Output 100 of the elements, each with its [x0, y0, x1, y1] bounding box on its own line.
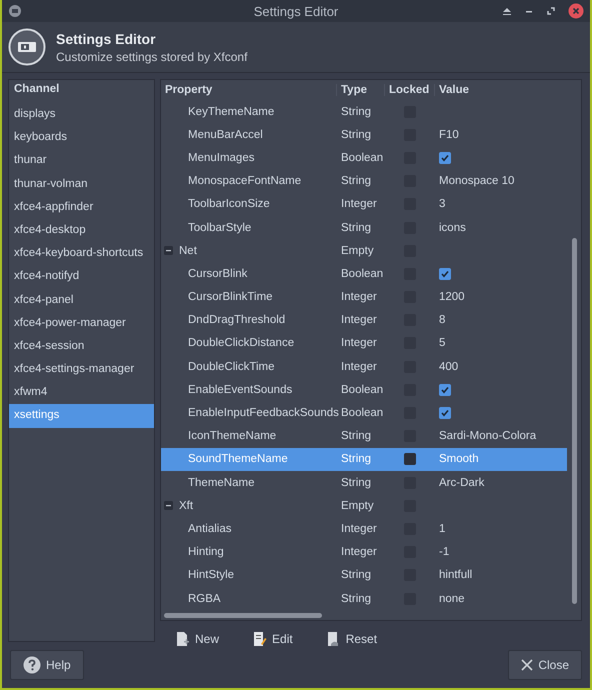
- channel-item[interactable]: thunar-volman: [9, 172, 154, 196]
- table-row[interactable]: MonospaceFontName String Monospace 10: [161, 170, 567, 193]
- channel-item[interactable]: xfce4-appfinder: [9, 196, 154, 219]
- channel-item[interactable]: thunar: [9, 149, 154, 173]
- dialog-button[interactable]: Close: [508, 650, 582, 680]
- type-cell: String: [341, 175, 372, 188]
- vertical-scrollbar[interactable]: [572, 238, 577, 604]
- value-cell: hintfull: [439, 569, 472, 582]
- channel-item[interactable]: xfce4-keyboard-shortcuts: [9, 242, 154, 266]
- reset-document-icon: [326, 631, 341, 648]
- value-cell: icons: [439, 222, 466, 234]
- property-name: ToolbarIconSize: [187, 198, 270, 210]
- table-row[interactable]: DndDragThreshold Integer 8: [161, 308, 567, 332]
- table-row[interactable]: Xft Empty: [161, 494, 567, 518]
- type-cell: Integer: [341, 522, 377, 535]
- table-row[interactable]: ToolbarIconSize Integer 3: [161, 192, 567, 216]
- shade-icon[interactable]: [502, 6, 512, 16]
- channel-item[interactable]: displays: [9, 103, 154, 126]
- value-checkbox[interactable]: [439, 407, 451, 420]
- table-row[interactable]: RGBA String none: [161, 586, 567, 610]
- table-row[interactable]: IconThemeName String Sardi-Mono-Colora: [161, 424, 567, 448]
- type-cell: String: [341, 569, 372, 582]
- table-row[interactable]: CursorBlink Boolean: [161, 262, 567, 286]
- table-row[interactable]: Net Empty: [161, 239, 567, 262]
- channel-item[interactable]: xfce4-power-manager: [9, 312, 154, 335]
- collapse-icon[interactable]: [164, 501, 173, 510]
- value-cell: 8: [439, 314, 446, 326]
- type-cell: Boolean: [341, 268, 384, 280]
- column-header[interactable]: Locked: [385, 84, 435, 96]
- value-cell: Monospace 10: [439, 175, 514, 188]
- property-name: Xft: [179, 500, 194, 512]
- table-row[interactable]: ThemeName String Arc-Dark: [161, 471, 567, 494]
- type-cell: Integer: [341, 291, 377, 304]
- type-cell: Integer: [341, 546, 377, 558]
- help-icon: [23, 656, 41, 674]
- column-header[interactable]: Type: [337, 84, 385, 96]
- edit-document-icon: [253, 631, 268, 648]
- property-name: Antialias: [187, 522, 232, 535]
- table-row[interactable]: HintStyle String hintfull: [161, 564, 567, 587]
- app-menu-icon[interactable]: [8, 4, 22, 18]
- value-cell: 3: [439, 198, 446, 210]
- channel-item[interactable]: xfwm4: [9, 381, 154, 404]
- maximize-icon[interactable]: [546, 6, 556, 16]
- table-row[interactable]: CursorBlinkTime Integer 1200: [161, 286, 567, 309]
- channel-item[interactable]: xfce4-settings-manager: [9, 358, 154, 382]
- value-cell: 5: [439, 337, 446, 350]
- column-header[interactable]: Channel: [9, 80, 154, 103]
- property-name: DoubleClickTime: [187, 360, 274, 373]
- horizontal-scrollbar[interactable]: [164, 612, 322, 618]
- type-cell: Boolean: [341, 152, 384, 164]
- channel-item[interactable]: xfce4-desktop: [9, 218, 154, 242]
- table-row[interactable]: EnableEventSounds Boolean: [161, 378, 567, 402]
- type-cell: Boolean: [341, 384, 384, 396]
- type-cell: String: [341, 592, 372, 605]
- toolbar-button[interactable]: Reset: [324, 629, 380, 650]
- property-name: HintStyle: [187, 569, 234, 582]
- table-row[interactable]: Antialias Integer 1: [161, 517, 567, 541]
- column-header[interactable]: Value: [435, 84, 567, 96]
- value-cell: 1200: [439, 291, 465, 304]
- property-name: DoubleClickDistance: [187, 337, 294, 350]
- value-cell: 1: [439, 522, 446, 535]
- value-cell: none: [439, 592, 465, 605]
- channel-item[interactable]: keyboards: [9, 126, 154, 150]
- close-icon[interactable]: [568, 3, 584, 19]
- table-row[interactable]: DoubleClickTime Integer 400: [161, 355, 567, 378]
- property-name: EnableInputFeedbackSounds: [187, 407, 339, 420]
- value-cell: -1: [439, 546, 450, 558]
- type-cell: Boolean: [341, 407, 384, 420]
- property-name: ThemeName: [187, 476, 254, 489]
- table-row[interactable]: MenuImages Boolean: [161, 146, 567, 170]
- property-name: DndDragThreshold: [187, 314, 286, 326]
- type-cell: Integer: [341, 198, 377, 210]
- table-row[interactable]: ToolbarStyle String icons: [161, 216, 567, 240]
- property-name: Net: [179, 244, 197, 257]
- table-row[interactable]: EnableInputFeedbackSounds Boolean: [161, 401, 567, 425]
- close-icon: [521, 659, 534, 671]
- dialog-button[interactable]: Help: [10, 650, 84, 680]
- property-name: SoundThemeName: [187, 453, 288, 466]
- table-row[interactable]: MenuBarAccel String F10: [161, 123, 567, 146]
- locked-checkbox[interactable]: [404, 453, 416, 466]
- type-cell: String: [341, 476, 372, 489]
- collapse-icon[interactable]: [164, 246, 173, 256]
- value-checkbox[interactable]: [439, 152, 451, 164]
- value-checkbox[interactable]: [439, 384, 451, 396]
- table-row[interactable]: Hinting Integer -1: [161, 540, 567, 564]
- type-cell: Integer: [341, 337, 377, 350]
- toolbar-button[interactable]: New: [174, 629, 222, 650]
- table-row[interactable]: DoubleClickDistance Integer 5: [161, 332, 567, 356]
- header-title: Settings Editor: [56, 30, 157, 46]
- property-name: KeyThemeName: [187, 106, 274, 118]
- type-cell: String: [341, 222, 372, 234]
- value-checkbox[interactable]: [439, 268, 451, 280]
- property-name: EnableEventSounds: [187, 384, 292, 396]
- table-row[interactable]: KeyThemeName String: [161, 100, 567, 124]
- channel-item[interactable]: xfce4-session: [9, 334, 154, 358]
- toolbar-button[interactable]: Edit: [251, 629, 295, 650]
- type-cell: String: [341, 430, 372, 442]
- column-header[interactable]: Property: [161, 84, 337, 96]
- channel-item[interactable]: xfce4-panel: [9, 288, 154, 312]
- channel-item[interactable]: xfce4-notifyd: [9, 265, 154, 288]
